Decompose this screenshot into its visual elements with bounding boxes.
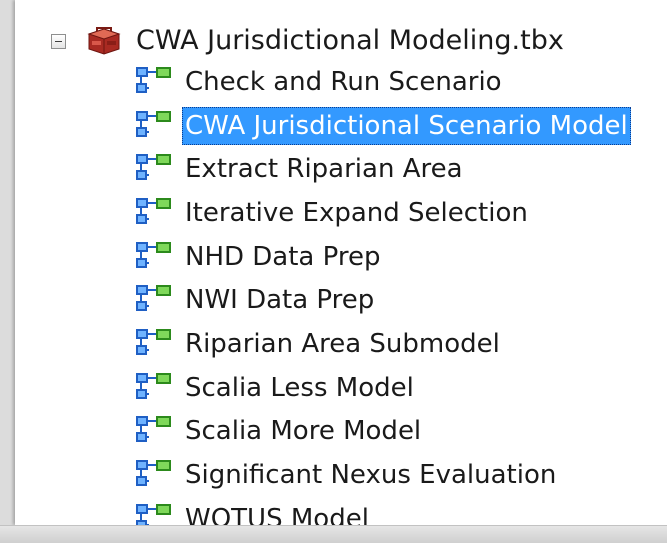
tool-label: Extract Riparian Area (185, 154, 463, 185)
tool-label: Check and Run Scenario (185, 66, 502, 97)
model-icon (136, 66, 171, 93)
collapse-icon[interactable] (51, 33, 66, 49)
model-icon (136, 285, 171, 312)
model-icon (136, 154, 171, 181)
tool-item-check-and-run-scenario[interactable]: Check and Run Scenario (135, 60, 631, 104)
tool-label: NWI Data Prep (185, 285, 375, 316)
tool-item-cwa-jurisdictional-scenario-model[interactable]: CWA Jurisdictional Scenario Model (135, 104, 631, 148)
model-icon (136, 372, 171, 399)
tool-item-riparian-area-submodel[interactable]: Riparian Area Submodel (135, 322, 631, 366)
tool-item-nwi-data-prep[interactable]: NWI Data Prep (135, 278, 631, 322)
tool-label: Iterative Expand Selection (185, 197, 528, 228)
tool-item-iterative-expand-selection[interactable]: Iterative Expand Selection (135, 191, 631, 235)
model-icon (136, 460, 171, 487)
tool-item-scalia-more-model[interactable]: Scalia More Model (135, 410, 631, 454)
tool-item-wotus-model[interactable]: WOTUS Model (135, 497, 631, 525)
tool-label: Significant Nexus Evaluation (185, 460, 557, 491)
model-icon (136, 197, 171, 224)
tool-list: Check and Run Scenario CWA Jurisdictiona… (135, 60, 631, 525)
tool-label: Riparian Area Submodel (185, 328, 500, 359)
tool-item-scalia-less-model[interactable]: Scalia Less Model (135, 366, 631, 410)
tool-label: CWA Jurisdictional Scenario Model (182, 106, 631, 145)
tool-label: Scalia More Model (185, 416, 422, 447)
toolbox-icon (87, 27, 121, 55)
model-icon (136, 110, 171, 137)
tool-item-significant-nexus-evaluation[interactable]: Significant Nexus Evaluation (135, 453, 631, 497)
model-icon (136, 328, 171, 355)
model-icon (136, 503, 171, 525)
model-icon (136, 416, 171, 443)
catalog-tree-panel: CWA Jurisdictional Modeling.tbx Check an… (15, 0, 667, 525)
tool-item-extract-riparian-area[interactable]: Extract Riparian Area (135, 147, 631, 191)
panel-bottom-edge (0, 525, 667, 543)
tool-label: Scalia Less Model (185, 372, 414, 403)
tool-label: NHD Data Prep (185, 241, 381, 272)
toolbox-label: CWA Jurisdictional Modeling.tbx (136, 24, 564, 56)
toolbox-node[interactable]: CWA Jurisdictional Modeling.tbx (51, 20, 564, 60)
tool-item-nhd-data-prep[interactable]: NHD Data Prep (135, 235, 631, 279)
tool-label: WOTUS Model (185, 503, 369, 525)
model-icon (136, 241, 171, 268)
